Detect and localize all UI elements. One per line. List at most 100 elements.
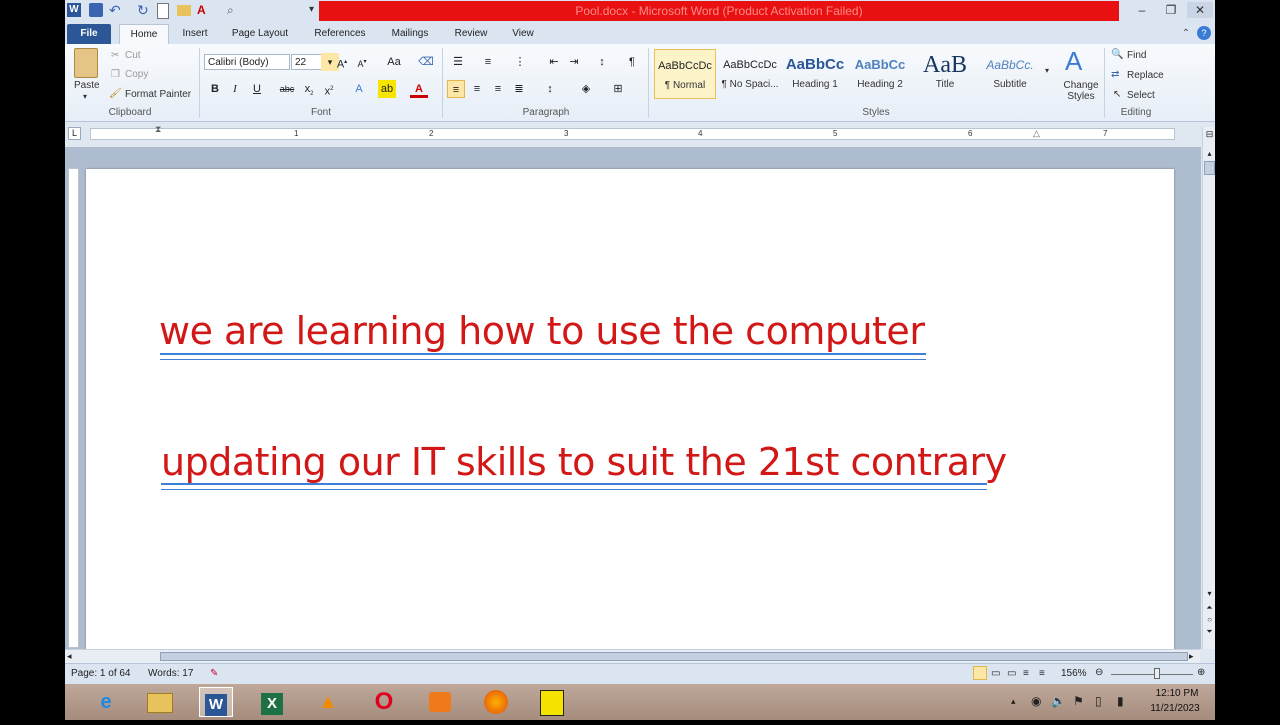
copy-button[interactable]: Copy: [125, 69, 148, 80]
tab-selector-icon[interactable]: L: [68, 127, 81, 140]
style-no-spacing[interactable]: AaBbCcDc ¶ No Spaci...: [719, 49, 781, 99]
close-button[interactable]: ✕: [1187, 2, 1213, 18]
underline-icon[interactable]: U: [248, 80, 266, 98]
style-title[interactable]: AaB Title: [914, 49, 976, 99]
draft-icon[interactable]: ≡: [1039, 668, 1045, 679]
tab-file[interactable]: File: [67, 24, 111, 44]
proofing-icon[interactable]: ✎: [210, 668, 218, 679]
tab-insert[interactable]: Insert: [175, 24, 215, 44]
next-page-icon[interactable]: ⏷: [1204, 627, 1215, 637]
font-color-qat-icon[interactable]: A: [197, 3, 211, 17]
bold-icon[interactable]: B: [206, 80, 224, 98]
replace-icon[interactable]: ⇄: [1111, 69, 1119, 80]
previous-page-icon[interactable]: ⏶: [1204, 603, 1215, 613]
shading-icon[interactable]: ◈: [577, 80, 595, 98]
clock-date[interactable]: 11/21/2023: [1143, 703, 1207, 714]
tab-page-layout[interactable]: Page Layout: [225, 24, 295, 44]
save-icon[interactable]: [89, 3, 103, 17]
font-color-icon[interactable]: A: [410, 80, 428, 98]
cut-button[interactable]: Cut: [125, 50, 141, 61]
show-formatting-icon[interactable]: ¶: [623, 53, 641, 71]
italic-icon[interactable]: I: [226, 80, 244, 98]
style-subtitle[interactable]: AaBbCc. Subtitle: [979, 49, 1041, 99]
word-taskbar-icon[interactable]: W: [199, 687, 233, 717]
right-indent-marker-icon[interactable]: △: [1033, 128, 1040, 139]
align-left-icon[interactable]: ≡: [447, 80, 465, 98]
tab-view[interactable]: View: [503, 24, 543, 44]
highlight-icon[interactable]: ab: [378, 80, 396, 98]
vertical-scroll-thumb[interactable]: [1204, 161, 1215, 175]
change-styles-icon[interactable]: A: [1065, 46, 1082, 77]
word-count[interactable]: Words: 17: [148, 668, 193, 679]
horizontal-scroll-thumb[interactable]: [160, 652, 1188, 661]
print-layout-icon[interactable]: [973, 666, 987, 680]
text-effects-icon[interactable]: A: [350, 80, 368, 98]
superscript-icon[interactable]: x2: [320, 80, 338, 98]
web-layout-icon[interactable]: ▭: [1007, 668, 1016, 679]
excel-icon[interactable]: X: [255, 687, 289, 717]
scroll-right-icon[interactable]: ▸: [1189, 651, 1194, 662]
media-player-icon[interactable]: [423, 687, 457, 717]
scroll-left-icon[interactable]: ◂: [67, 651, 72, 662]
zoom-slider-thumb[interactable]: [1153, 668, 1160, 679]
word-app-icon[interactable]: W: [67, 3, 81, 17]
help-icon[interactable]: ?: [1197, 26, 1211, 40]
style-heading-1[interactable]: AaBbCc Heading 1: [784, 49, 846, 99]
tab-review[interactable]: Review: [449, 24, 493, 44]
indent-marker-icon[interactable]: ⧗: [155, 124, 161, 135]
page-count[interactable]: Page: 1 of 64: [71, 668, 131, 679]
find-icon[interactable]: 🔍: [1111, 49, 1123, 60]
replace-button[interactable]: Replace: [1127, 70, 1164, 81]
tab-mailings[interactable]: Mailings: [383, 24, 437, 44]
print-preview-icon[interactable]: ⌕: [227, 3, 241, 17]
new-document-icon[interactable]: [157, 3, 169, 19]
cut-icon[interactable]: ✂: [111, 50, 119, 61]
file-explorer-icon[interactable]: [143, 687, 177, 717]
open-folder-icon[interactable]: [177, 5, 191, 16]
styles-more-icon[interactable]: ▾: [1045, 66, 1049, 75]
document-line-2[interactable]: updating our IT skills to suit the 21st …: [161, 440, 1007, 484]
change-case-button[interactable]: Aa: [383, 53, 405, 71]
firefox-icon[interactable]: [479, 687, 513, 717]
font-name-combo[interactable]: Calibri (Body): [204, 54, 290, 70]
show-hidden-icons-icon[interactable]: ▴: [1011, 696, 1016, 707]
scroll-up-icon[interactable]: ▴: [1204, 149, 1215, 159]
network-tray-icon[interactable]: ◉: [1031, 694, 1041, 708]
undo-icon[interactable]: ↶: [109, 3, 123, 17]
restore-button[interactable]: ❐: [1158, 2, 1184, 18]
grow-font-icon[interactable]: A▴: [333, 53, 351, 71]
redo-icon[interactable]: ↻: [137, 3, 151, 17]
format-painter-button[interactable]: Format Painter: [125, 89, 191, 100]
minimize-button[interactable]: –: [1129, 2, 1155, 18]
multilevel-list-icon[interactable]: ⋮: [511, 53, 529, 71]
sort-icon[interactable]: ↕: [593, 53, 611, 71]
increase-indent-icon[interactable]: ⇥: [565, 53, 583, 71]
internet-explorer-icon[interactable]: e: [89, 687, 123, 717]
vlc-icon[interactable]: ▲: [311, 687, 345, 717]
opera-icon[interactable]: O: [367, 687, 401, 717]
change-styles-button[interactable]: Change Styles: [1061, 80, 1101, 102]
document-line-1[interactable]: we are learning how to use the computer: [159, 309, 925, 353]
align-center-icon[interactable]: ≡: [468, 80, 486, 98]
format-painter-icon[interactable]: 🖌: [109, 88, 122, 99]
clock-time[interactable]: 12:10 PM: [1147, 688, 1207, 699]
borders-icon[interactable]: ⊞: [609, 80, 627, 98]
document-page[interactable]: we are learning how to use the computer …: [86, 169, 1174, 649]
justify-icon[interactable]: ≣: [510, 80, 528, 98]
tab-references[interactable]: References: [307, 24, 373, 44]
browse-object-icon[interactable]: ○: [1204, 615, 1215, 625]
select-icon[interactable]: ↖: [1113, 89, 1121, 100]
notepad-icon[interactable]: [535, 687, 569, 717]
select-button[interactable]: Select: [1127, 90, 1155, 101]
align-right-icon[interactable]: ≡: [489, 80, 507, 98]
view-ruler-icon[interactable]: ⊟: [1204, 129, 1215, 143]
copy-icon[interactable]: ❐: [111, 69, 120, 80]
minimize-ribbon-icon[interactable]: ⌃: [1179, 24, 1193, 44]
strikethrough-icon[interactable]: abc: [278, 80, 296, 98]
paste-icon[interactable]: [74, 48, 98, 78]
vertical-scrollbar[interactable]: ⊟ ▴ ▾ ⏶ ○ ⏷: [1202, 127, 1215, 649]
paste-button[interactable]: Paste: [74, 80, 100, 91]
font-size-combo[interactable]: 22: [291, 54, 323, 70]
zoom-level[interactable]: 156%: [1061, 668, 1087, 679]
volume-icon[interactable]: 🔈: [1051, 694, 1066, 708]
